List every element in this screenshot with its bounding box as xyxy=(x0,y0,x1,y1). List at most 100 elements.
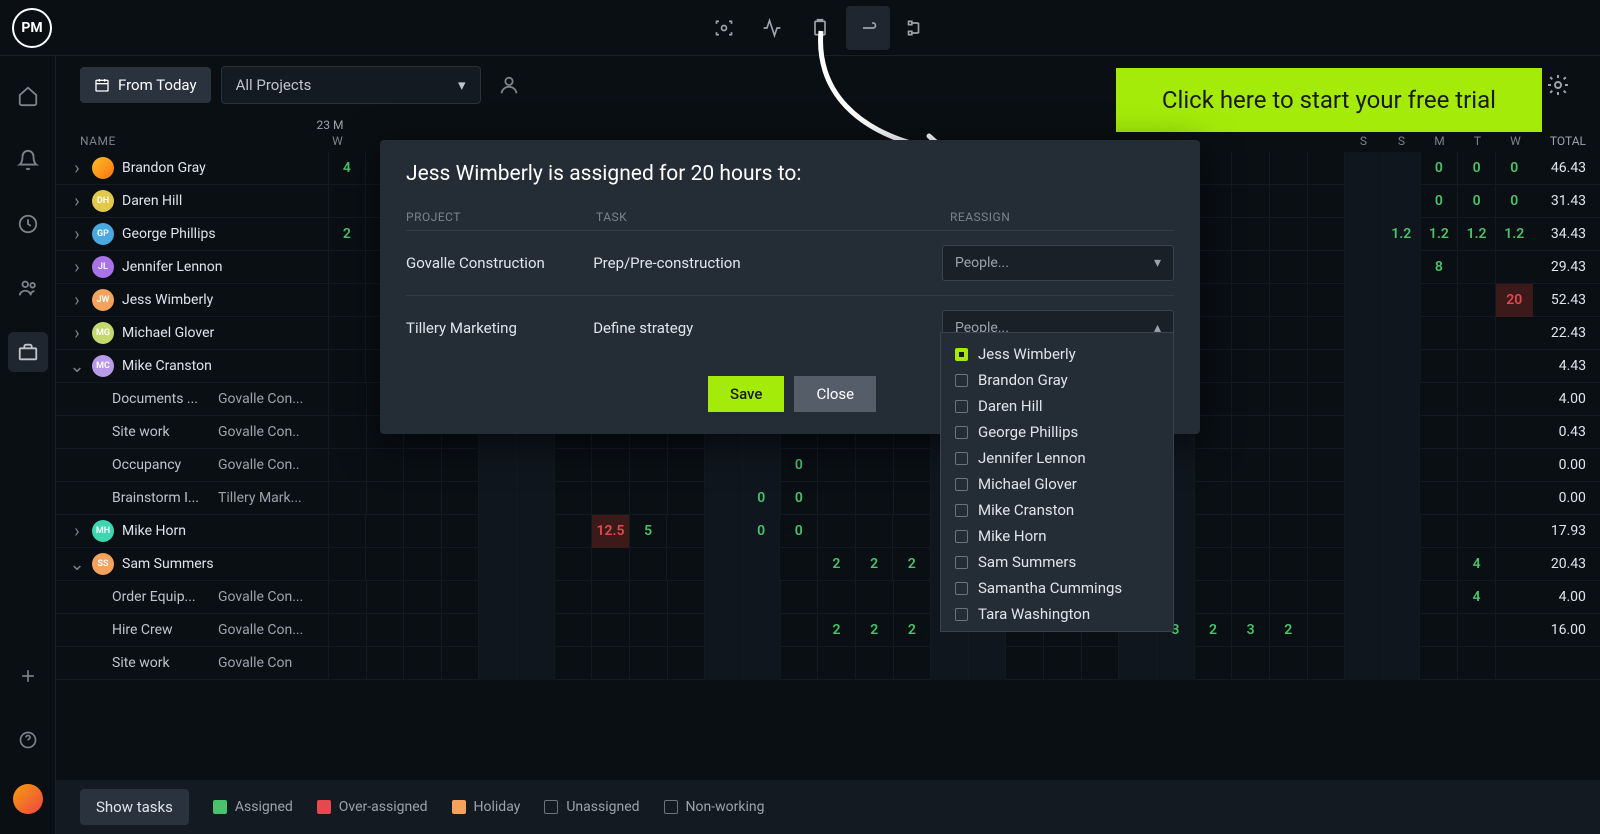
day-cell[interactable] xyxy=(817,647,855,680)
day-cell[interactable] xyxy=(554,548,592,581)
day-cell[interactable] xyxy=(780,581,818,614)
day-cell[interactable] xyxy=(516,515,554,548)
day-cell[interactable] xyxy=(1231,350,1269,383)
day-cell[interactable] xyxy=(366,581,404,614)
day-cell[interactable] xyxy=(1419,416,1457,449)
day-cell[interactable] xyxy=(1382,581,1420,614)
activity-icon[interactable] xyxy=(750,6,794,50)
day-cell[interactable] xyxy=(1495,449,1533,482)
checkbox[interactable] xyxy=(955,400,968,413)
day-cell[interactable] xyxy=(1457,647,1495,680)
day-cell[interactable] xyxy=(328,482,366,515)
day-cell[interactable] xyxy=(1194,449,1232,482)
day-cell[interactable] xyxy=(1269,251,1307,284)
day-cell[interactable] xyxy=(1231,152,1269,185)
app-logo[interactable]: PM xyxy=(12,8,52,48)
day-cell[interactable] xyxy=(892,515,930,548)
day-cell[interactable] xyxy=(1269,152,1307,185)
day-cell[interactable]: 2 xyxy=(892,548,930,581)
day-cell[interactable] xyxy=(1382,647,1420,680)
day-cell[interactable] xyxy=(1194,482,1232,515)
day-cell[interactable] xyxy=(1495,317,1533,350)
day-cell[interactable] xyxy=(1231,581,1269,614)
day-cell[interactable]: 1.2 xyxy=(1420,218,1458,251)
expand-icon[interactable]: › xyxy=(70,158,84,179)
day-cell[interactable] xyxy=(1495,548,1533,581)
day-cell[interactable] xyxy=(1231,218,1269,251)
day-cell[interactable] xyxy=(1269,548,1307,581)
day-cell[interactable] xyxy=(516,614,554,647)
expand-icon[interactable]: › xyxy=(70,257,84,278)
day-cell[interactable] xyxy=(1307,614,1345,647)
day-cell[interactable] xyxy=(328,383,366,416)
day-cell[interactable]: 8 xyxy=(1420,251,1458,284)
day-cell[interactable] xyxy=(1419,647,1457,680)
day-cell[interactable] xyxy=(366,449,404,482)
day-cell[interactable] xyxy=(1307,251,1345,284)
dropdown-option[interactable]: Samantha Cummings xyxy=(941,575,1173,601)
day-cell[interactable]: 0 xyxy=(1495,152,1533,185)
day-cell[interactable] xyxy=(1420,284,1458,317)
day-cell[interactable] xyxy=(930,647,968,680)
day-cell[interactable] xyxy=(1269,218,1307,251)
day-cell[interactable] xyxy=(742,449,780,482)
day-cell[interactable] xyxy=(328,515,366,548)
day-cell[interactable] xyxy=(591,548,629,581)
day-cell[interactable] xyxy=(1307,152,1345,185)
day-cell[interactable] xyxy=(1382,449,1420,482)
day-cell[interactable] xyxy=(893,449,931,482)
day-cell[interactable] xyxy=(1231,185,1269,218)
day-cell[interactable] xyxy=(1419,449,1457,482)
day-cell[interactable] xyxy=(1495,482,1533,515)
day-cell[interactable] xyxy=(1269,647,1307,680)
day-cell[interactable] xyxy=(968,647,1006,680)
day-cell[interactable] xyxy=(1269,284,1307,317)
day-cell[interactable] xyxy=(403,482,441,515)
day-cell[interactable] xyxy=(328,614,366,647)
day-cell[interactable]: 2 xyxy=(893,614,931,647)
day-cell[interactable] xyxy=(855,515,893,548)
day-cell[interactable] xyxy=(1382,317,1420,350)
day-cell[interactable] xyxy=(1194,647,1232,680)
day-cell[interactable] xyxy=(1269,185,1307,218)
day-cell[interactable] xyxy=(365,548,403,581)
day-cell[interactable] xyxy=(1118,647,1156,680)
day-cell[interactable] xyxy=(366,614,404,647)
day-cell[interactable] xyxy=(1344,251,1382,284)
day-cell[interactable] xyxy=(554,581,592,614)
day-cell[interactable] xyxy=(666,515,704,548)
day-cell[interactable] xyxy=(1457,284,1495,317)
dropdown-option[interactable]: Jess Wimberly xyxy=(941,341,1173,367)
day-cell[interactable] xyxy=(1457,251,1495,284)
day-cell[interactable] xyxy=(817,515,855,548)
close-button[interactable]: Close xyxy=(794,376,876,412)
day-cell[interactable] xyxy=(1495,581,1533,614)
day-cell[interactable] xyxy=(1457,350,1495,383)
day-cell[interactable] xyxy=(1231,647,1269,680)
day-cell[interactable] xyxy=(1420,548,1458,581)
day-cell[interactable]: 2 xyxy=(817,548,855,581)
day-cell[interactable] xyxy=(554,515,592,548)
day-cell[interactable] xyxy=(478,614,516,647)
checkbox[interactable] xyxy=(955,374,968,387)
day-cell[interactable] xyxy=(779,548,817,581)
briefcase-icon[interactable] xyxy=(8,332,48,372)
day-cell[interactable] xyxy=(591,647,629,680)
day-cell[interactable] xyxy=(817,449,855,482)
day-cell[interactable] xyxy=(1269,383,1307,416)
day-cell[interactable] xyxy=(1344,416,1382,449)
day-cell[interactable] xyxy=(855,449,893,482)
day-cell[interactable] xyxy=(441,515,479,548)
cta-banner[interactable]: Click here to start your free trial xyxy=(1116,68,1542,132)
dropdown-option[interactable]: George Phillips xyxy=(941,419,1173,445)
day-cell[interactable] xyxy=(1382,185,1420,218)
day-cell[interactable] xyxy=(1269,581,1307,614)
day-cell[interactable] xyxy=(403,581,441,614)
people-icon[interactable] xyxy=(8,268,48,308)
day-cell[interactable] xyxy=(1495,515,1533,548)
day-cell[interactable] xyxy=(1231,449,1269,482)
day-cell[interactable] xyxy=(478,449,516,482)
day-cell[interactable] xyxy=(1307,383,1345,416)
day-cell[interactable] xyxy=(1344,548,1382,581)
day-cell[interactable] xyxy=(366,647,404,680)
